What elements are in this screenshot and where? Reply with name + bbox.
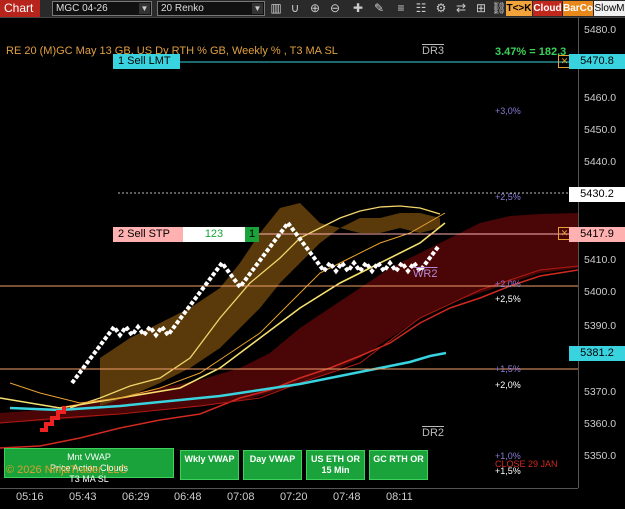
chart-trader-icon[interactable]: ⇄ [453, 1, 469, 16]
chart-tab[interactable]: Chart [0, 0, 40, 17]
x-tick: 05:16 [16, 491, 44, 503]
sell-lmt-order[interactable]: 1 Sell LMT [113, 54, 180, 69]
x-tick: 07:20 [280, 491, 308, 503]
zoom-out-icon[interactable]: ⊖ [327, 1, 343, 16]
y-tick: 5350.0 [584, 450, 617, 462]
y-tick: 5460.0 [584, 92, 617, 104]
y-tick: 5400.0 [584, 286, 617, 298]
y-tick: 5410.0 [584, 254, 617, 266]
pct-label-1: +3,0% [495, 106, 521, 116]
wr2-label: WR2 [413, 268, 438, 280]
performance-readout: 3.47% = 182.3 [495, 46, 567, 58]
x-tick: 07:08 [227, 491, 255, 503]
y-tick: 5390.0 [584, 320, 617, 332]
zoom-in-icon[interactable]: ⊕ [307, 1, 323, 16]
sell-stp-order[interactable]: 2 Sell STP [113, 227, 183, 242]
tk-toggle-button[interactable]: T<>K [506, 1, 532, 16]
pct-label-3: +2,0% [495, 279, 521, 289]
x-tick: 06:48 [174, 491, 202, 503]
order-qty[interactable]: 123 [183, 227, 245, 242]
chevron-down-icon: ▼ [139, 3, 150, 14]
last-price-tag: 5430.2 [569, 187, 625, 202]
pct-label-5: +1,5% [495, 364, 521, 374]
time-axis[interactable]: 05:16 05:43 06:29 06:48 07:08 07:20 07:4… [0, 488, 578, 509]
properties-icon[interactable]: ☷ [413, 1, 429, 16]
ma-price-tag: 5381.2 [569, 346, 625, 361]
grid-icon[interactable]: ⊞ [473, 1, 489, 16]
attach-icon[interactable]: ⛓ [491, 1, 507, 16]
magnet-icon[interactable]: ∪ [287, 1, 303, 16]
pencil-icon[interactable]: ✎ [371, 1, 387, 16]
price-axis[interactable]: 5480.0 5460.0 5450.0 5440.0 5410.0 5400.… [578, 18, 625, 488]
wkly-vwap-button[interactable]: Wkly VWAP [180, 450, 239, 480]
x-tick: 07:48 [333, 491, 361, 503]
instrument-value: MGC 04-26 [56, 3, 108, 14]
y-tick: 5370.0 [584, 386, 617, 398]
close-label: CLOSE 29 JAN [495, 459, 558, 469]
bar-type-selector[interactable]: 20 Renko ▼ [157, 1, 265, 16]
dr3-label: DR3 [422, 45, 445, 57]
pct-label-4: +2,5% [495, 294, 521, 304]
chart-canvas [0, 61, 578, 449]
bar-chart-icon[interactable]: ▥ [268, 1, 284, 16]
dr2-label: DR2 [422, 427, 445, 439]
barco-toggle-button[interactable]: BarCo [563, 1, 593, 16]
strategies-icon[interactable]: ⚙ [433, 1, 449, 16]
x-tick: 08:11 [386, 491, 413, 503]
y-tick: 5440.0 [584, 156, 617, 168]
order-count[interactable]: 1 [245, 227, 259, 242]
chart-toolbar: Chart MGC 04-26 ▼ 20 Renko ▼ ▥ ∪ ⊕ ⊖ ✚ ✎… [0, 0, 625, 18]
pct-label-6: +2,0% [495, 380, 521, 390]
day-vwap-button[interactable]: Day VWAP [243, 450, 302, 480]
us-eth-or-button[interactable]: US ETH OR 15 Min [306, 450, 365, 480]
y-tick: 5480.0 [584, 24, 617, 36]
bar-type-value: 20 Renko [161, 3, 204, 14]
slowma-toggle-button[interactable]: SlowM [594, 1, 625, 16]
x-tick: 06:29 [122, 491, 150, 503]
instrument-selector[interactable]: MGC 04-26 ▼ [52, 1, 152, 16]
y-tick: 5450.0 [584, 124, 617, 136]
gc-rth-or-button[interactable]: GC RTH OR [369, 450, 428, 480]
stop-price-tag: 5417.9 [569, 227, 625, 242]
chevron-down-icon: ▼ [252, 3, 263, 14]
copyright-text: © 2026 NinjaTrader, LLC [6, 464, 128, 476]
cloud-toggle-button[interactable]: Cloud [533, 1, 562, 16]
crosshair-icon[interactable]: ✚ [350, 1, 366, 16]
sell-lmt-price-tag: 5470.8 [569, 54, 625, 69]
y-tick: 5360.0 [584, 418, 617, 430]
x-tick: 05:43 [69, 491, 97, 503]
chart-plot-area[interactable]: RE 20 (M)GC May 13 GB, US Dy RTH % GB, W… [0, 18, 578, 488]
pct-label-2: +2,5% [495, 192, 521, 202]
mnt-vwap-label: Mnt VWAP [67, 452, 111, 462]
lines-icon[interactable]: ≡ [393, 1, 409, 16]
